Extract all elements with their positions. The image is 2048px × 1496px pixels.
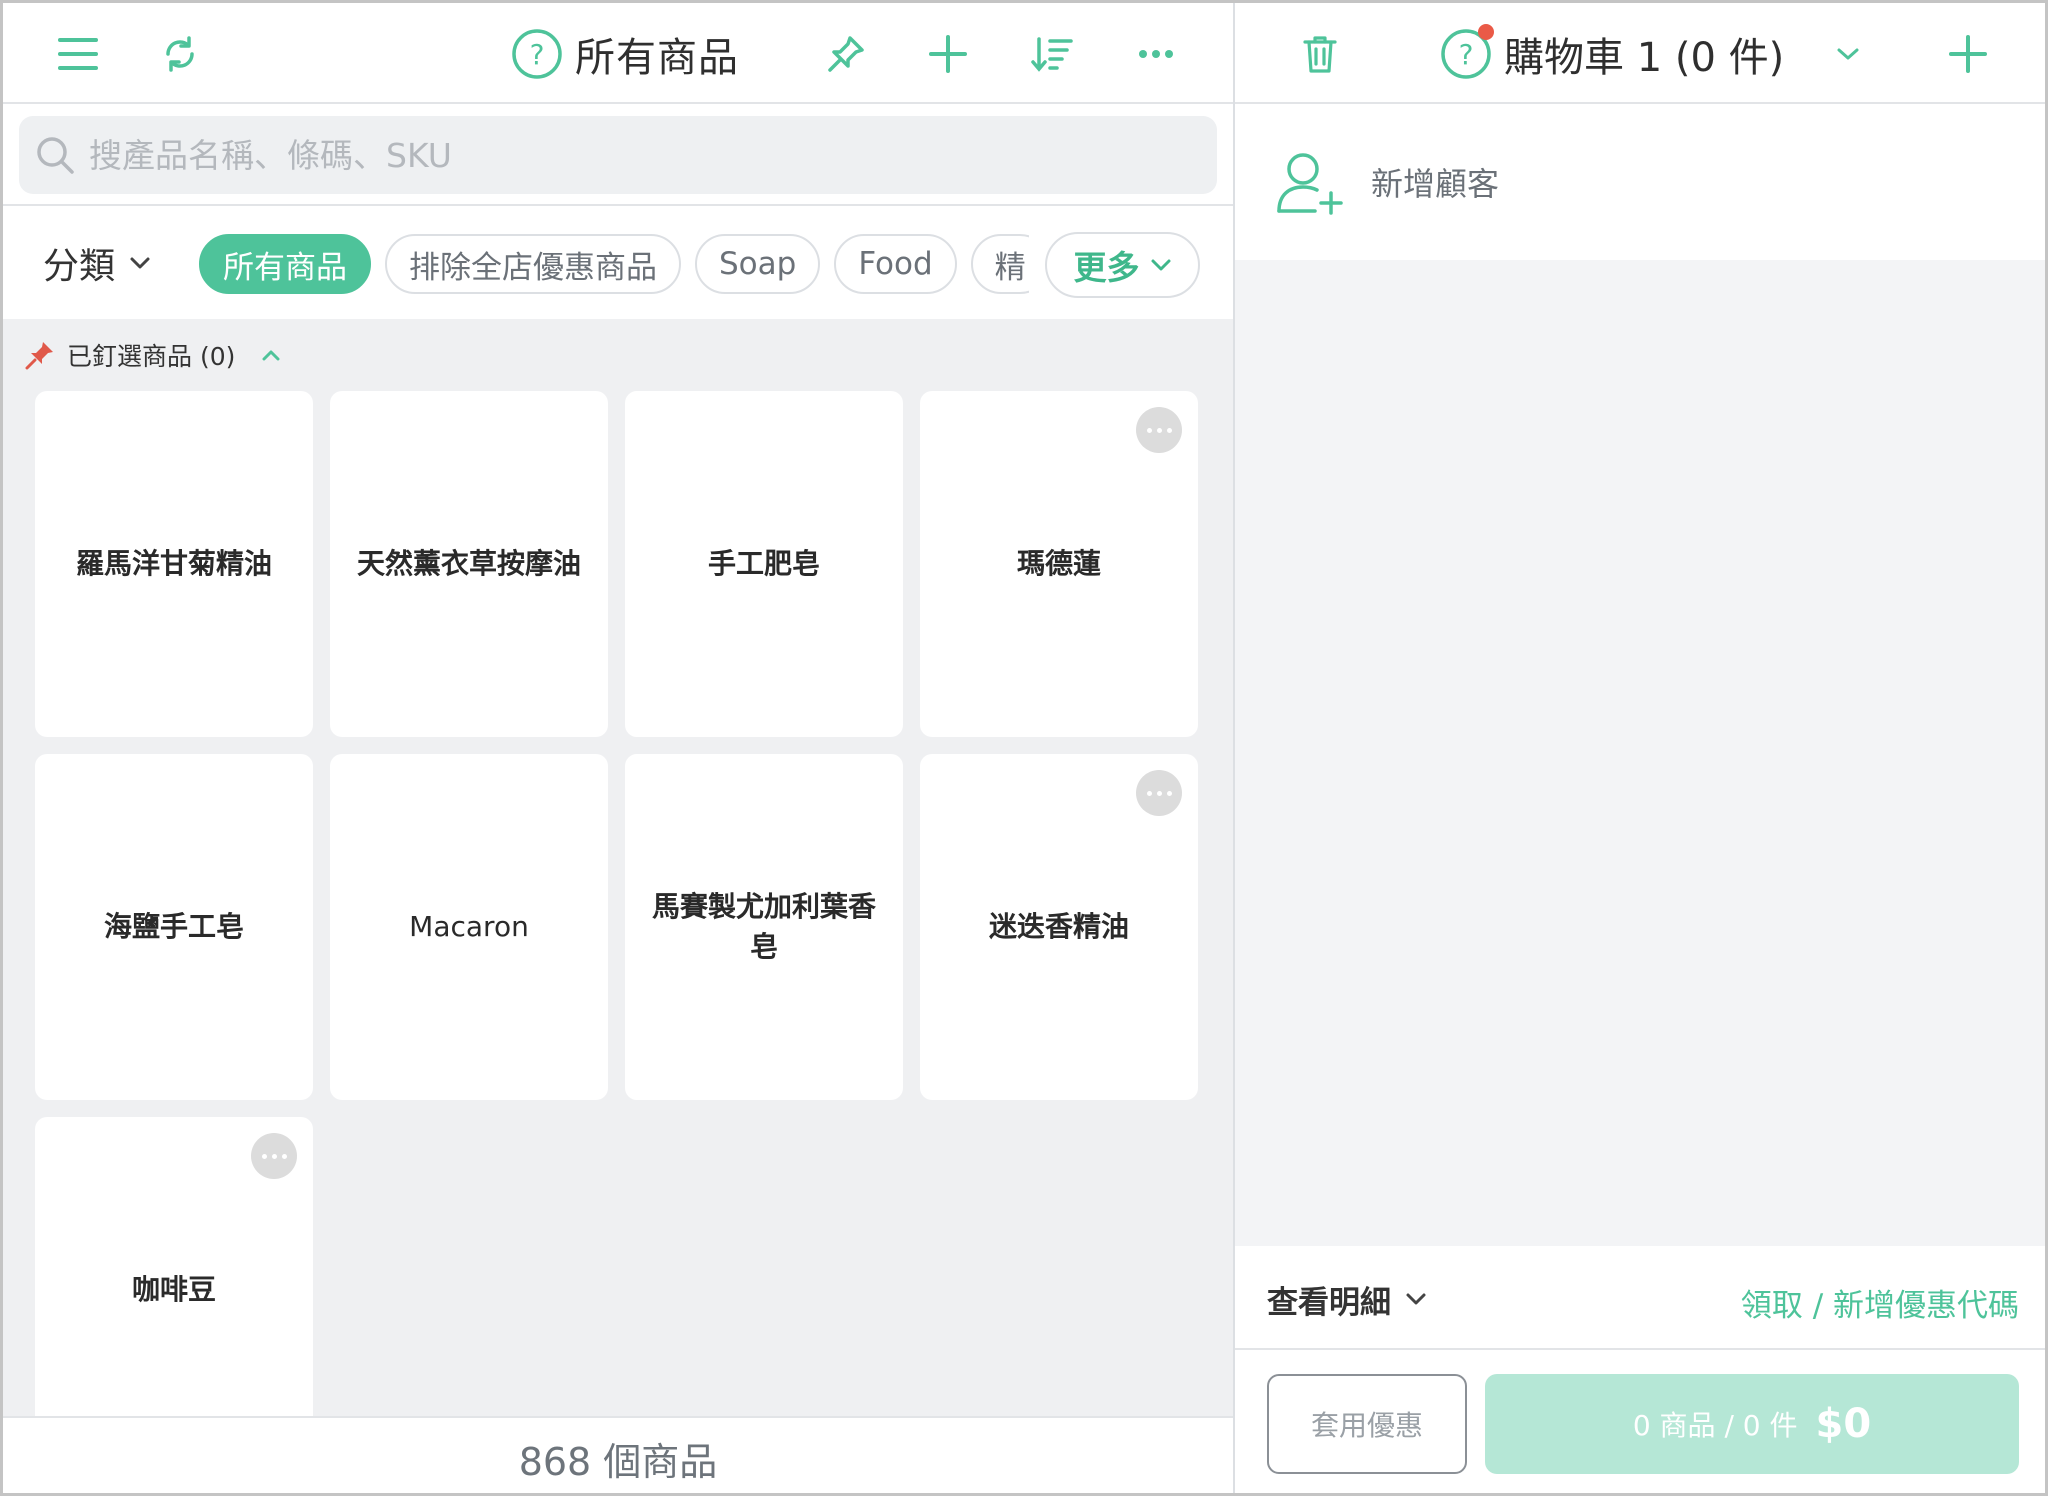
view-details-toggle[interactable]: 查看明細	[1267, 1276, 1427, 1322]
product-name: 迷迭香精油	[988, 910, 1129, 943]
chevron-down-icon[interactable]	[1823, 29, 1873, 79]
chevron-down-icon	[1150, 258, 1172, 272]
product-card[interactable]: 瑪德蓮	[920, 391, 1198, 737]
product-count: 868 個商品	[3, 1416, 1233, 1493]
product-name: 馬賽製尤加利葉香皂	[651, 890, 876, 963]
chip-soap[interactable]: Soap	[695, 234, 821, 294]
product-card[interactable]: 迷迭香精油	[920, 754, 1198, 1100]
sort-icon[interactable]	[1027, 29, 1077, 79]
product-menu-icon[interactable]	[1136, 407, 1182, 453]
search-icon	[35, 135, 75, 175]
product-card[interactable]: 海鹽手工皂	[35, 754, 313, 1100]
svg-text:?: ?	[530, 38, 545, 71]
chevron-down-icon	[129, 256, 151, 270]
checkout-bar: 套用優惠 0 商品 / 0 件 $0	[1235, 1350, 2045, 1493]
add-customer-label: 新增顧客	[1371, 165, 1500, 203]
refresh-icon[interactable]	[155, 29, 205, 79]
trash-icon[interactable]	[1295, 29, 1345, 79]
product-pane: ? 所有商品 搜產品名稱、條碼、SKU 分類 所有商品 排除全店優惠商品 Soa…	[3, 3, 1233, 1493]
product-card[interactable]: 天然薰衣草按摩油	[330, 391, 608, 737]
help-icon[interactable]: ?	[1440, 24, 1494, 80]
add-customer-row[interactable]: 新增顧客	[1235, 104, 2045, 260]
page-title-text: 所有商品	[575, 35, 739, 81]
checkout-button[interactable]: 0 商品 / 0 件 $0	[1485, 1374, 2019, 1474]
category-dropdown[interactable]: 分類	[43, 236, 151, 290]
category-bar: 分類 所有商品 排除全店優惠商品 Soap Food 精 更多	[3, 206, 1233, 319]
product-name: 羅馬洋甘菊精油	[75, 547, 272, 580]
pushpin-icon	[25, 340, 55, 370]
chip-all-products[interactable]: 所有商品	[199, 234, 371, 294]
product-name: 海鹽手工皂	[103, 910, 244, 943]
add-cart-icon[interactable]	[1943, 29, 1993, 79]
category-label: 分類	[43, 246, 116, 287]
cart-title: 購物車 1 (0 件)	[1504, 35, 1785, 81]
order-detail-bar: 查看明細 領取 / 新增優惠代碼	[1235, 1246, 2045, 1350]
notification-badge	[1478, 24, 1494, 40]
help-icon[interactable]: ?	[511, 28, 563, 80]
chip-exclude-promo[interactable]: 排除全店優惠商品	[385, 234, 681, 294]
product-card[interactable]: 羅馬洋甘菊精油	[35, 391, 313, 737]
chip-essential-oil[interactable]: 精	[970, 234, 1029, 294]
add-product-icon[interactable]	[923, 29, 973, 79]
product-toolbar: ? 所有商品	[3, 3, 1233, 104]
view-details-label: 查看明細	[1267, 1284, 1391, 1321]
product-name: 咖啡豆	[131, 1273, 216, 1306]
search-section	[3, 104, 1233, 206]
apply-discount-button[interactable]: 套用優惠	[1267, 1374, 1467, 1474]
add-user-icon	[1275, 149, 1343, 215]
product-name: 天然薰衣草按摩油	[356, 547, 581, 580]
checkout-summary: 0 商品 / 0 件	[1632, 1409, 1798, 1442]
product-name: Macaron	[409, 910, 529, 943]
cart-selector[interactable]: ? 購物車 1 (0 件)	[1440, 24, 1785, 83]
menu-icon[interactable]	[53, 29, 103, 79]
category-chips: 所有商品 排除全店優惠商品 Soap Food 精	[199, 234, 1029, 296]
chevron-up-icon	[261, 349, 281, 361]
checkout-amount: $0	[1815, 1401, 1872, 1447]
product-card[interactable]: 咖啡豆	[35, 1117, 313, 1463]
cart-pane: ? 購物車 1 (0 件) 新增顧客 查看明細 領取 / 新增優惠代碼 套用優惠…	[1235, 3, 2045, 1493]
pinned-label: 已釘選商品 (0)	[67, 342, 236, 371]
search-box	[19, 116, 1217, 194]
product-card[interactable]: 手工肥皂	[625, 391, 903, 737]
chip-food[interactable]: Food	[834, 234, 957, 294]
product-name: 瑪德蓮	[1016, 547, 1101, 580]
pinned-products-toggle[interactable]: 已釘選商品 (0)	[25, 337, 281, 373]
product-card[interactable]: 馬賽製尤加利葉香皂	[625, 754, 903, 1100]
more-options-icon[interactable]	[1131, 29, 1181, 79]
pos-app-window: ? 所有商品 搜產品名稱、條碼、SKU 分類 所有商品 排除全店優惠商品 Soa…	[0, 0, 2048, 1496]
product-menu-icon[interactable]	[251, 1133, 297, 1179]
search-input[interactable]	[89, 135, 1189, 175]
more-categories-button[interactable]: 更多	[1045, 232, 1200, 298]
page-title: ? 所有商品	[511, 25, 739, 83]
pin-icon[interactable]	[821, 29, 871, 79]
cart-toolbar: ? 購物車 1 (0 件)	[1235, 3, 2045, 104]
coupon-code-link[interactable]: 領取 / 新增優惠代碼	[1741, 1280, 2019, 1325]
more-categories-label: 更多	[1073, 248, 1140, 287]
svg-text:?: ?	[1459, 38, 1474, 71]
chevron-down-icon	[1405, 1292, 1427, 1306]
product-card[interactable]: Macaron	[330, 754, 608, 1100]
product-menu-icon[interactable]	[1136, 770, 1182, 816]
product-name: 手工肥皂	[707, 547, 820, 580]
